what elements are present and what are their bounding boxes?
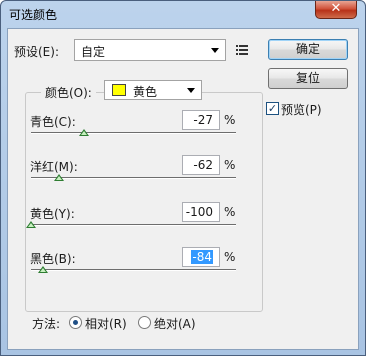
preset-options-icon[interactable] — [236, 45, 248, 55]
black-slider-thumb[interactable] — [37, 266, 48, 273]
cyan-unit: % — [224, 113, 236, 127]
yellow-slider-track[interactable] — [31, 224, 236, 226]
slider-label-yellow: 黄色(Y): — [30, 207, 75, 221]
black-value-input[interactable]: -84 — [182, 247, 220, 267]
magenta-value-input[interactable]: -62 — [182, 155, 220, 175]
black-slider-track[interactable] — [31, 269, 236, 271]
preview-checkbox[interactable]: ✓ — [266, 102, 279, 115]
colors-label: 颜色(O): — [41, 84, 96, 101]
colors-value: 黄色 — [133, 85, 158, 99]
preset-value: 自定 — [81, 45, 106, 59]
reset-button[interactable]: 复位 — [268, 68, 348, 89]
chevron-down-icon — [211, 48, 219, 53]
slider-label-cyan: 青色(C): — [30, 115, 76, 129]
method-label: 方法: — [32, 317, 61, 331]
cyan-value-input[interactable]: -27 — [182, 110, 220, 130]
magenta-slider-thumb[interactable] — [53, 174, 64, 181]
dialog-window: 可选颜色 ✕ 预设(E): 自定 确定 复位 ✓ 预览(P) 颜色(O): 黄色… — [0, 0, 366, 356]
yellow-slider-thumb[interactable] — [26, 221, 36, 228]
relative-radio[interactable] — [69, 316, 82, 329]
magenta-unit: % — [224, 158, 236, 172]
black-unit: % — [224, 250, 236, 264]
title-bar[interactable]: 可选颜色 ✕ — [1, 1, 365, 25]
absolute-label: 绝对(A) — [154, 317, 196, 331]
close-button[interactable]: ✕ — [315, 1, 357, 19]
ok-button[interactable]: 确定 — [268, 39, 348, 60]
color-swatch — [112, 84, 126, 96]
relative-label: 相对(R) — [85, 317, 127, 331]
yellow-value-input[interactable]: -100 — [182, 202, 220, 222]
colors-dropdown[interactable]: 黄色 — [104, 80, 202, 100]
slider-label-magenta: 洋红(M): — [30, 160, 78, 174]
preview-label: 预览(P) — [281, 103, 322, 117]
dialog-body: 预设(E): 自定 确定 复位 ✓ 预览(P) 颜色(O): 黄色 青色(C):… — [7, 28, 359, 350]
chevron-down-icon — [187, 88, 195, 93]
cyan-slider-thumb[interactable] — [79, 129, 90, 136]
absolute-radio[interactable] — [138, 316, 151, 329]
cyan-slider-track[interactable] — [31, 132, 236, 134]
preset-dropdown[interactable]: 自定 — [74, 39, 226, 61]
window-title: 可选颜色 — [9, 8, 58, 22]
slider-label-black: 黑色(B): — [30, 252, 76, 266]
yellow-unit: % — [224, 205, 236, 219]
preset-label: 预设(E): — [14, 45, 59, 59]
